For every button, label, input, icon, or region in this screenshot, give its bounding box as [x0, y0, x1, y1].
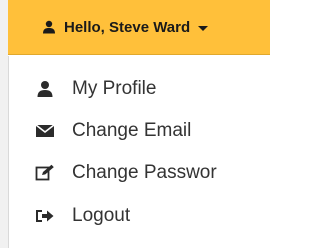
user-icon [42, 20, 56, 34]
envelope-icon [35, 121, 55, 141]
menu-item-change-email[interactable]: Change Email [9, 113, 270, 149]
page-edge [0, 0, 8, 248]
dropdown-menu: My Profile Change Email Change Passwor L… [8, 56, 270, 248]
user-dropdown: Hello, Steve Ward My Profile Change Emai… [0, 0, 270, 248]
chevron-down-icon [198, 25, 209, 31]
menu-item-label: Change Email [72, 120, 192, 141]
menu-item-change-password[interactable]: Change Passwor [9, 155, 270, 191]
sign-out-icon [35, 206, 55, 226]
menu-item-label: My Profile [72, 78, 157, 99]
menu-item-label: Logout [72, 205, 131, 226]
menu-item-my-profile[interactable]: My Profile [9, 71, 270, 107]
user-menu-toggle[interactable]: Hello, Steve Ward [8, 0, 270, 55]
menu-item-logout[interactable]: Logout [9, 198, 270, 234]
user-greeting: Hello, Steve Ward [64, 18, 191, 36]
menu-item-label: Change Passwor [72, 162, 217, 183]
edit-icon [35, 163, 55, 183]
user-icon [35, 79, 55, 99]
